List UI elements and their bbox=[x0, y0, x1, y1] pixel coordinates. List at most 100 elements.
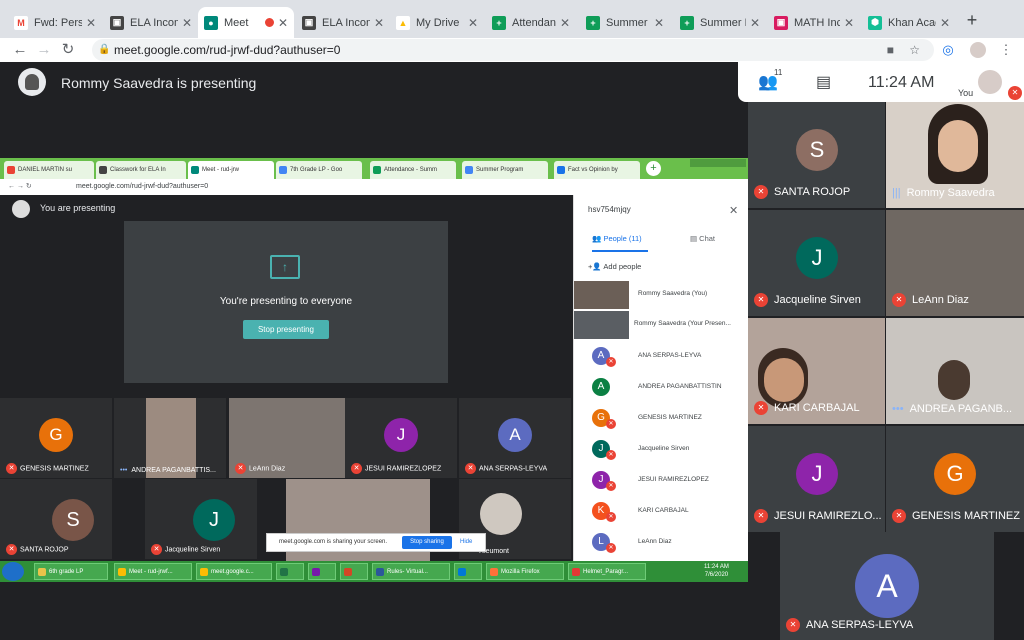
browser-tab[interactable]: ▣ ELA Incom ✕ bbox=[296, 7, 390, 38]
participant-tile[interactable]: J ✕ Jacqueline Sirven bbox=[748, 210, 885, 316]
shared-tab: Attendance - Summ bbox=[370, 161, 456, 179]
avatar: G bbox=[934, 453, 976, 495]
close-icon[interactable]: ✕ bbox=[940, 16, 950, 30]
taskbar-item: meet.google.c... bbox=[196, 563, 272, 580]
participant-tile-large[interactable]: A ✕ ANA SERPAS-LEYVA bbox=[780, 532, 994, 640]
mic-off-icon: ✕ bbox=[606, 419, 616, 429]
browser-tab[interactable]: ⬢ Khan Acad ✕ bbox=[862, 7, 956, 38]
gmail-icon bbox=[7, 166, 15, 174]
stop-presenting-button: Stop presenting bbox=[243, 320, 329, 339]
taskbar-item: Rules- Virtual... bbox=[372, 563, 450, 580]
mic-off-icon: ✕ bbox=[892, 293, 906, 307]
shared-screen: DANIEL MARTIN su Classwork for ELA In Me… bbox=[0, 158, 748, 582]
hide-button: Hide bbox=[460, 539, 473, 545]
browser-tab[interactable]: ▲ My Drive ✕ bbox=[390, 7, 484, 38]
mic-off-icon: ✕ bbox=[606, 543, 616, 553]
screen-share-notice: meet.google.com is sharing your screen. … bbox=[266, 533, 486, 552]
people-icon: 👥 bbox=[592, 234, 604, 243]
new-tab-icon: + bbox=[646, 161, 661, 176]
meet-top-controls: 👥 11 ▤ 11:24 AM You ✕ bbox=[738, 62, 1024, 102]
browser-tab[interactable]: MFwd: Perso✕ bbox=[8, 7, 102, 38]
taskbar-clock: 11:24 AM 7/6/2020 bbox=[704, 564, 729, 578]
close-icon[interactable]: ✕ bbox=[374, 16, 384, 30]
taskbar-item bbox=[308, 563, 336, 580]
mic-off-icon: ✕ bbox=[754, 293, 768, 307]
people-row: Rommy Saavedra (You) bbox=[574, 279, 748, 309]
participant-tile: A ✕ ANA SERPAS-LEYVA bbox=[459, 398, 571, 478]
participant-tile[interactable]: ••• ANDREA PAGANB... bbox=[886, 318, 1024, 424]
excel-icon bbox=[280, 568, 288, 576]
folder-icon bbox=[38, 568, 46, 576]
tab-indicator bbox=[592, 250, 648, 252]
url-field[interactable]: 🔒 meet.google.com/rud-jrwf-dud?authuser=0… bbox=[92, 39, 934, 61]
extension-icon[interactable]: ◎ bbox=[938, 40, 958, 60]
browser-tab-bar: MFwd: Perso✕ ▣ELA Incom✕ ●Meet✕ ▣ELA Inc… bbox=[0, 0, 1024, 38]
back-icon[interactable]: ← bbox=[10, 40, 30, 60]
shared-tab: DANIEL MARTIN su bbox=[4, 161, 94, 179]
classroom-icon bbox=[99, 166, 107, 174]
new-tab-button[interactable]: + bbox=[962, 10, 982, 30]
participant-tile[interactable]: S ✕ SANTA ROJOP bbox=[748, 102, 885, 208]
avatar bbox=[480, 493, 522, 535]
avatar: A bbox=[855, 554, 919, 618]
classroom-icon: ▣ bbox=[302, 15, 316, 30]
speaking-icon: ••• bbox=[892, 403, 904, 415]
mic-off-icon: ✕ bbox=[606, 481, 616, 491]
browser-tab-active[interactable]: ● Meet ✕ bbox=[198, 7, 294, 38]
chrome-icon bbox=[118, 568, 126, 576]
window-controls bbox=[690, 159, 746, 167]
browser-tab[interactable]: +Summer P✕ bbox=[674, 7, 766, 38]
participant-tile[interactable]: ✕ LeAnn Diaz bbox=[886, 210, 1024, 316]
close-icon[interactable]: ✕ bbox=[86, 16, 96, 30]
shared-meet-main: You are presenting ↑ You're presenting t… bbox=[0, 195, 573, 561]
avatar: S bbox=[796, 129, 838, 171]
participant-tile[interactable]: ✕ KARI CARBAJAL bbox=[748, 318, 885, 424]
shared-taskbar: 6th grade LP Meet - rud-jrwf... meet.goo… bbox=[0, 561, 748, 582]
presenter-avatar bbox=[18, 68, 46, 96]
meeting-code: hsv754mjqy bbox=[588, 205, 631, 214]
close-icon[interactable]: ✕ bbox=[468, 16, 478, 30]
browser-tab[interactable]: +Summer P✕ bbox=[580, 7, 670, 38]
participant-tile[interactable]: G ✕ GENESIS MARTINEZ bbox=[886, 426, 1024, 532]
close-icon[interactable]: ✕ bbox=[750, 16, 760, 30]
mic-off-icon: ✕ bbox=[351, 463, 362, 474]
close-icon[interactable]: ✕ bbox=[560, 16, 570, 30]
address-bar: ← → ↻ 🔒 meet.google.com/rud-jrwf-dud?auth… bbox=[0, 38, 1024, 62]
stop-sharing-button: Stop sharing bbox=[402, 536, 452, 549]
profile-avatar[interactable] bbox=[968, 40, 988, 60]
camera-icon[interactable]: ■ bbox=[887, 39, 894, 61]
presenting-card: ↑ You're presenting to everyone Stop pre… bbox=[124, 221, 448, 383]
pdf-icon bbox=[572, 568, 580, 576]
forward-icon[interactable]: → bbox=[34, 40, 54, 60]
participant-tile[interactable]: ||| Rommy Saavedra bbox=[886, 102, 1024, 208]
star-icon[interactable]: ☆ bbox=[909, 39, 920, 61]
presenter-avatar bbox=[12, 200, 30, 218]
lock-icon: 🔒 bbox=[98, 44, 111, 55]
browser-tab[interactable]: +Attendance✕ bbox=[486, 7, 576, 38]
menu-icon[interactable]: ⋮ bbox=[996, 40, 1016, 60]
taskbar-item bbox=[454, 563, 482, 580]
edge-icon bbox=[458, 568, 466, 576]
chat-icon[interactable]: ▤ bbox=[816, 72, 831, 92]
reload-icon[interactable]: ↻ bbox=[58, 40, 78, 60]
mic-off-icon: ✕ bbox=[892, 509, 906, 523]
sheets-icon: + bbox=[492, 15, 506, 30]
avatar: J bbox=[193, 499, 235, 541]
mic-off-icon: ✕ bbox=[465, 463, 476, 474]
shared-tab-active: Meet - rud-jrw bbox=[188, 161, 274, 179]
mic-off-icon: ✕ bbox=[754, 401, 768, 415]
close-icon[interactable]: ✕ bbox=[182, 16, 192, 30]
browser-tab[interactable]: ▣MATH Inco✕ bbox=[768, 7, 860, 38]
avatar: J bbox=[796, 453, 838, 495]
close-icon[interactable]: ✕ bbox=[844, 16, 854, 30]
participant-tile: ••• ANDREA PAGANBATTIS... bbox=[114, 398, 226, 478]
close-icon[interactable]: ✕ bbox=[278, 16, 288, 30]
windows-start-icon bbox=[2, 562, 24, 581]
shared-tab: Fact vs Opinion by bbox=[554, 161, 640, 179]
close-icon[interactable]: ✕ bbox=[654, 16, 664, 30]
participant-video bbox=[574, 281, 629, 309]
participant-tile[interactable]: J ✕ JESUI RAMIREZLO... bbox=[748, 426, 885, 532]
browser-tab[interactable]: ▣ ELA Incom ✕ bbox=[104, 7, 198, 38]
avatar: J bbox=[796, 237, 838, 279]
mic-off-icon[interactable]: ✕ bbox=[1008, 86, 1022, 100]
